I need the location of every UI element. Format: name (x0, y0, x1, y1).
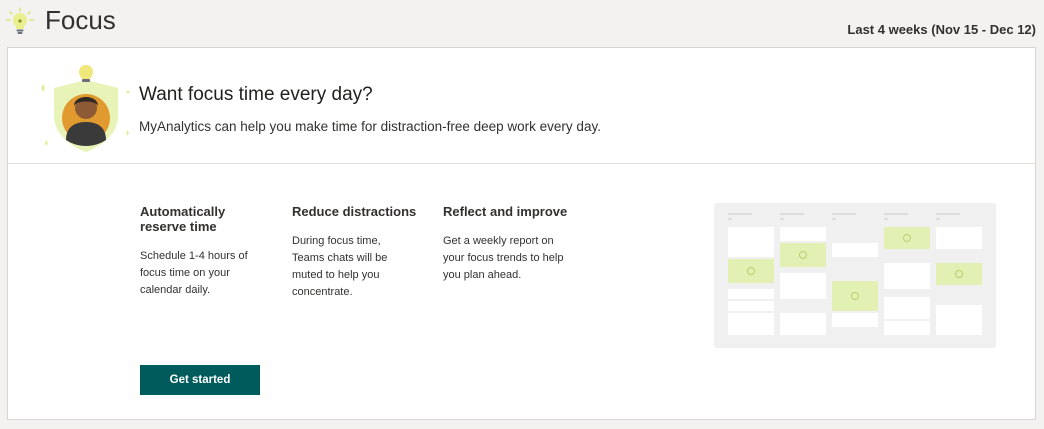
page-title: Focus (45, 5, 116, 35)
feature-title: Reduce distractions (292, 204, 417, 219)
lightbulb-icon (6, 7, 34, 34)
hero-subtitle: MyAnalytics can help you make time for d… (139, 119, 601, 134)
calendar-focus-blocks-illustration (714, 203, 996, 348)
feature-reflect-improve: Reflect and improve Get a weekly report … (443, 204, 583, 284)
section-divider (8, 163, 1035, 164)
page-header: Focus Last 4 weeks (Nov 15 - Dec 12) (0, 0, 1044, 46)
feature-reserve-time: Automatically reserve time Schedule 1-4 … (140, 204, 280, 299)
feature-reduce-distractions: Reduce distractions During focus time, T… (292, 204, 432, 301)
feature-description: Schedule 1-4 hours of focus time on your… (140, 250, 248, 296)
person-with-lightbulb-illustration (41, 65, 130, 152)
feature-description: During focus time, Teams chats will be m… (292, 235, 388, 298)
focus-card: Want focus time every day? MyAnalytics c… (7, 47, 1036, 420)
date-range-label: Last 4 weeks (Nov 15 - Dec 12) (847, 22, 1036, 37)
hero-title: Want focus time every day? (139, 84, 373, 105)
feature-description: Get a weekly report on your focus trends… (443, 235, 564, 281)
get-started-button[interactable]: Get started (140, 365, 260, 395)
feature-title: Automatically reserve time (140, 204, 226, 234)
feature-title: Reflect and improve (443, 204, 568, 219)
